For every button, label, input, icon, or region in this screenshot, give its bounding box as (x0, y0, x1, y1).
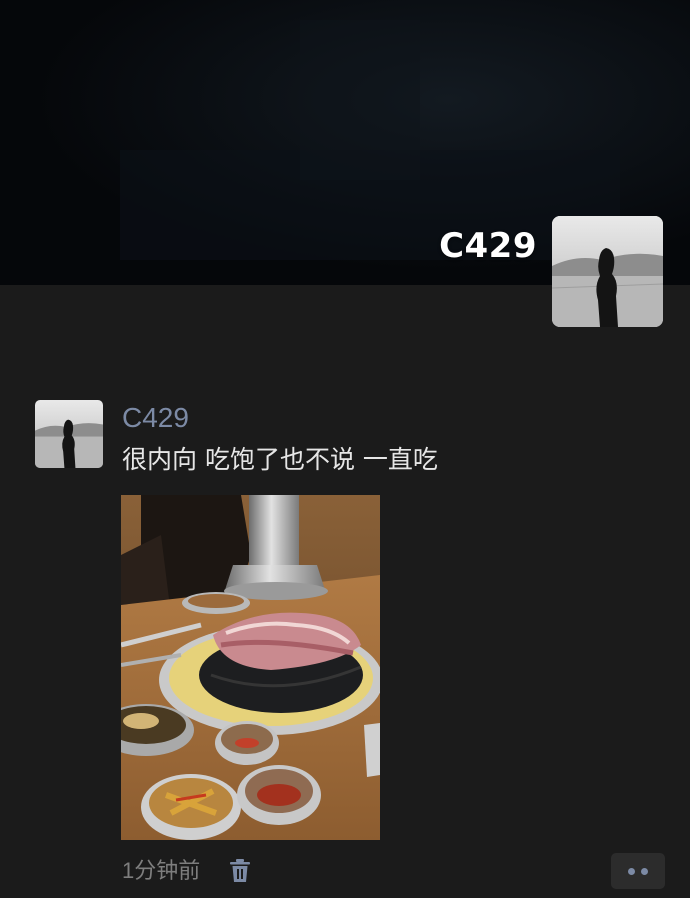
more-button[interactable] (611, 853, 665, 889)
post-text: 很内向 吃饱了也不说 一直吃 (122, 445, 438, 474)
owner-avatar[interactable] (552, 216, 663, 327)
korean-bbq-photo (121, 495, 380, 840)
trash-icon[interactable] (228, 858, 252, 884)
post-timestamp: 1分钟前 (122, 858, 201, 883)
silhouette-lake-avatar-image (35, 400, 103, 468)
moments-screen: C429 C429 很内向 吃饱了也不说 一直吃 1分钟前 (0, 0, 690, 898)
post-author-avatar[interactable] (35, 400, 103, 468)
more-dots-icon (641, 868, 648, 875)
post-photo[interactable] (121, 495, 380, 840)
silhouette-lake-avatar-image (552, 216, 663, 327)
owner-name[interactable]: C429 (439, 224, 537, 268)
more-dots-icon (628, 868, 635, 875)
post-author-name[interactable]: C429 (122, 400, 189, 436)
